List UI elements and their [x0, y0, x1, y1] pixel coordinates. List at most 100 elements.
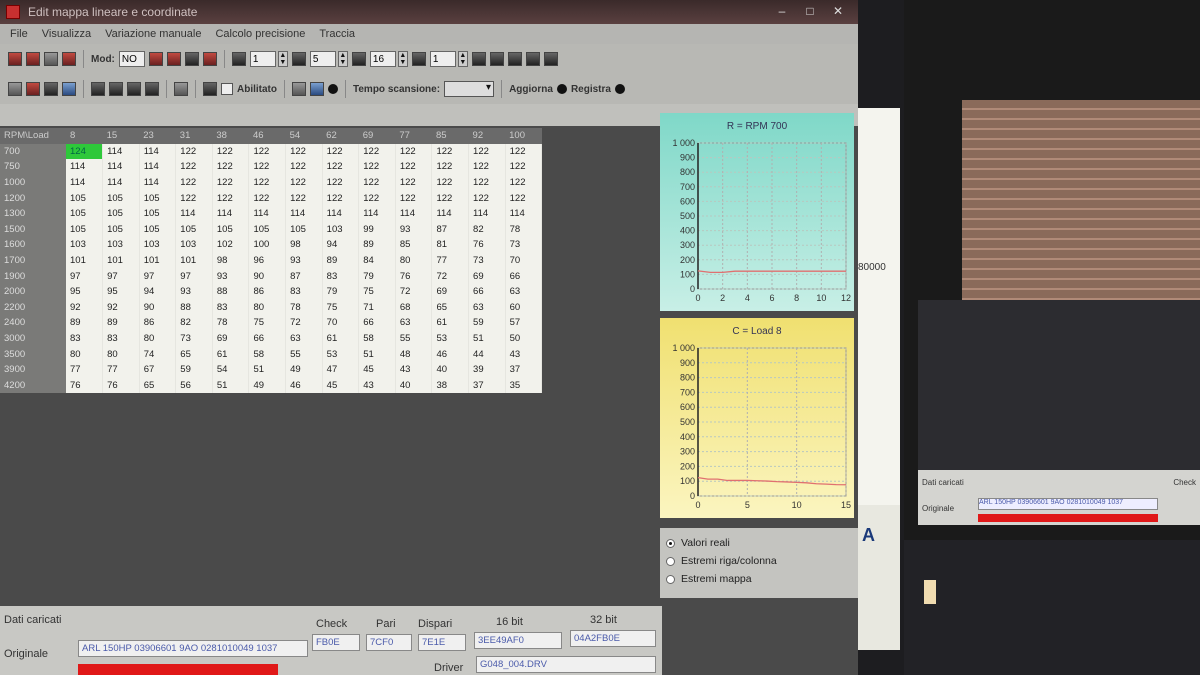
grid-cell[interactable]: 94	[322, 237, 360, 253]
stepper-arrows-icon[interactable]: ▲ ▼	[277, 51, 288, 67]
grid-cell[interactable]: 50	[505, 330, 543, 347]
view-icon-3[interactable]	[507, 52, 522, 66]
grid-cell[interactable]: 122	[322, 190, 360, 206]
grid-cell[interactable]: 122	[505, 190, 543, 206]
grid-column-header[interactable]: 15	[102, 128, 140, 144]
grid-cell[interactable]: 122	[505, 174, 543, 191]
grid-cell[interactable]: 92	[102, 299, 140, 316]
grid-cell[interactable]: 51	[468, 330, 506, 347]
grid-cell[interactable]: 114	[285, 205, 323, 222]
grid-cell[interactable]: 114	[431, 205, 470, 222]
grid-row-header[interactable]: 2400	[0, 315, 66, 331]
grid-cell[interactable]: 74	[139, 346, 177, 362]
grid-cell[interactable]: 53	[431, 330, 470, 347]
grid-cell[interactable]: 122	[431, 174, 470, 191]
grid-cell[interactable]: 53	[322, 346, 360, 362]
menu-file[interactable]: File	[10, 28, 28, 40]
grid-cell[interactable]: 122	[175, 190, 213, 206]
grid-cell[interactable]: 122	[431, 143, 470, 160]
aggiorna-led-icon[interactable]	[556, 84, 567, 94]
grid-icon-1[interactable]	[231, 52, 246, 66]
grid-cell[interactable]: 122	[175, 159, 213, 175]
stepper-4-input[interactable]	[429, 51, 456, 67]
table-icon[interactable]	[62, 82, 76, 96]
map-icon-1[interactable]	[148, 52, 163, 66]
grid-cell[interactable]: 83	[322, 268, 360, 284]
compare-icon[interactable]	[44, 52, 58, 66]
grid-cell[interactable]: 60	[505, 299, 543, 316]
grid-row-header[interactable]: 1700	[0, 252, 66, 269]
menu-visualizza[interactable]: Visualizza	[42, 28, 91, 40]
grid-cell[interactable]: 61	[322, 330, 360, 347]
option-valori-reali[interactable]: Valori reali	[666, 534, 852, 552]
grid-cell[interactable]: 114	[66, 159, 104, 175]
grid-cell[interactable]: 86	[248, 283, 287, 300]
grid-cell[interactable]: 105	[248, 221, 287, 238]
grid-cell[interactable]: 44	[468, 346, 506, 362]
grid-cell[interactable]: 114	[322, 205, 360, 222]
grid-cell[interactable]: 49	[248, 377, 287, 394]
grid-cell[interactable]: 122	[212, 159, 250, 175]
grid-cell[interactable]: 114	[139, 174, 177, 191]
close-button[interactable]: ✕	[826, 2, 850, 20]
grid-cell[interactable]: 114	[102, 174, 140, 191]
grid-cell[interactable]: 63	[505, 283, 543, 300]
stepper-2[interactable]: ▲▼	[309, 51, 348, 67]
grid-cell[interactable]: 122	[505, 159, 543, 175]
grid-cell[interactable]: 73	[175, 330, 213, 347]
grid-column-header[interactable]: 62	[322, 128, 359, 144]
grid-cell[interactable]: 69	[431, 283, 470, 300]
grid-cell[interactable]: 75	[248, 315, 287, 331]
view-icon-1[interactable]	[471, 52, 486, 66]
cols-icon-4[interactable]	[145, 82, 159, 96]
grid-cell[interactable]: 122	[358, 159, 396, 175]
grid-cell[interactable]: 65	[139, 377, 177, 394]
grid-cell[interactable]: 105	[139, 205, 177, 222]
grid-column-header[interactable]: 85	[431, 128, 469, 144]
grid-cell[interactable]: 98	[285, 237, 323, 253]
grid-cell[interactable]: 122	[322, 174, 360, 191]
grid-cell[interactable]: 65	[175, 346, 213, 362]
grid-cell[interactable]: 76	[468, 237, 506, 253]
grid-cell[interactable]: 96	[248, 252, 287, 269]
grid-cell[interactable]: 90	[139, 299, 177, 316]
grid-cell[interactable]: 54	[212, 361, 250, 378]
tempo-scansione-select[interactable]	[444, 81, 495, 97]
grid-cell[interactable]: 93	[395, 221, 433, 238]
grid-cell[interactable]: 92	[66, 299, 104, 316]
grid-cell[interactable]: 95	[66, 283, 104, 300]
grid-row-header[interactable]: 2200	[0, 299, 66, 316]
grid-cell[interactable]: 122	[175, 174, 213, 191]
grid-row-header[interactable]: 3500	[0, 346, 66, 362]
grid-cell[interactable]: 122	[212, 174, 250, 191]
grid-cell[interactable]: 58	[248, 346, 287, 362]
grid-cell[interactable]: 114	[505, 205, 543, 222]
grid-cell[interactable]: 69	[468, 268, 506, 284]
grid-cell[interactable]: 114	[248, 205, 287, 222]
view-icon-2[interactable]	[489, 52, 504, 66]
grid-cell[interactable]: 76	[66, 377, 104, 394]
grid-cell[interactable]: 114	[468, 205, 506, 222]
grid-cell[interactable]: 77	[102, 361, 140, 378]
copy-icon[interactable]	[26, 82, 40, 96]
grid-cell[interactable]: 61	[212, 346, 250, 362]
grid-column-header[interactable]: 31	[175, 128, 213, 144]
grid-cell[interactable]: 47	[322, 361, 360, 378]
grid-cell[interactable]: 83	[285, 283, 323, 300]
grid-cell[interactable]: 122	[248, 143, 287, 160]
grid-icon-2[interactable]	[291, 52, 306, 66]
grid-cell[interactable]: 122	[468, 143, 506, 160]
grid-cell[interactable]: 80	[139, 330, 177, 347]
grid-cell[interactable]: 114	[139, 143, 177, 160]
grid-cell[interactable]: 122	[285, 190, 323, 206]
grid-cell[interactable]: 80	[395, 252, 433, 269]
grid-cell[interactable]: 93	[212, 268, 250, 284]
grid-cell[interactable]: 66	[468, 283, 506, 300]
grid-cell[interactable]: 75	[358, 283, 396, 300]
grid-cell[interactable]: 122	[358, 143, 396, 160]
grid-cell[interactable]: 98	[212, 252, 250, 269]
grid-cell[interactable]: 55	[285, 346, 323, 362]
grid-cell[interactable]: 46	[285, 377, 323, 394]
grid-cell[interactable]: 49	[285, 361, 323, 378]
grid-cell[interactable]: 87	[285, 268, 323, 284]
